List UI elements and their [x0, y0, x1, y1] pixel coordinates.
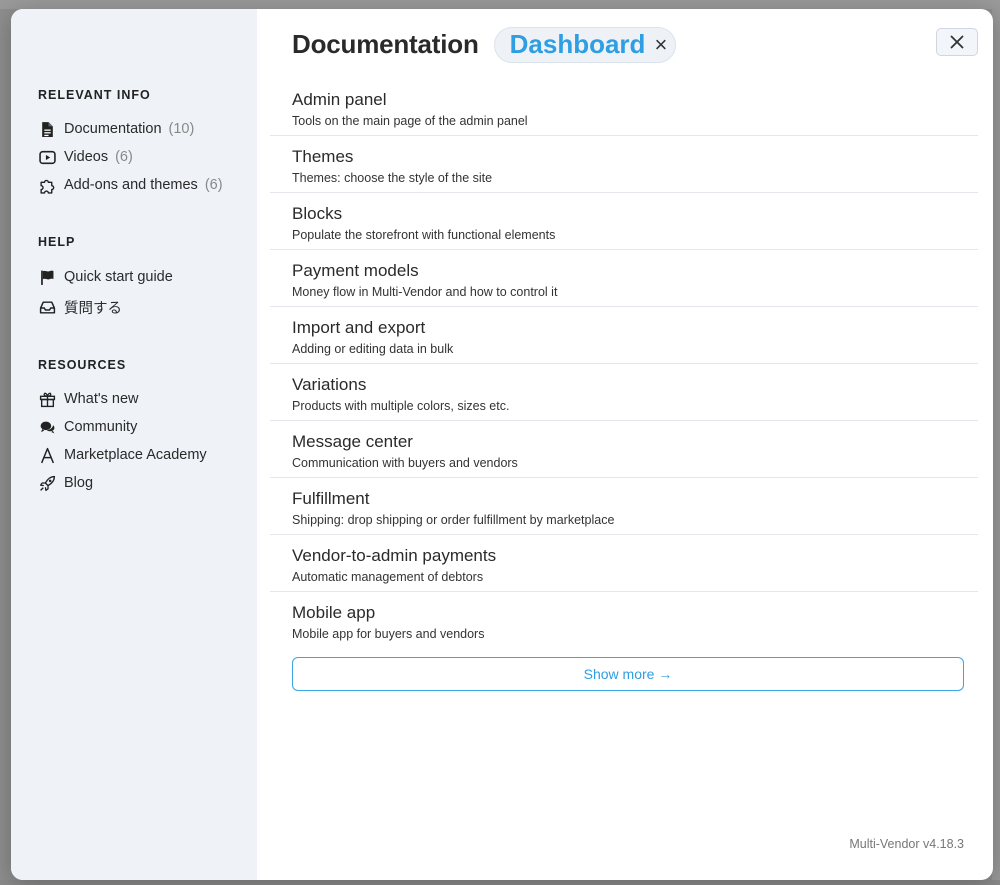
doc-title: Import and export: [292, 318, 426, 337]
chat-icon: [38, 418, 56, 436]
background-page-top: [0, 0, 1000, 9]
sidebar-item-academy[interactable]: Marketplace Academy: [38, 441, 257, 469]
header: Documentation Dashboard ×: [270, 9, 993, 79]
doc-title: Message center: [292, 432, 413, 451]
doc-title: Payment models: [292, 261, 419, 280]
section-heading-resources: RESOURCES: [38, 358, 127, 372]
rocket-icon: [38, 474, 56, 492]
sidebar: RELEVANT INFO Documentation (10) Videos …: [11, 9, 257, 880]
sidebar-item-quick-start[interactable]: Quick start guide: [38, 262, 257, 292]
sidebar-item-label: Add-ons and themes: [64, 177, 198, 193]
doc-description: Populate the storefront with functional …: [292, 228, 556, 242]
main-panel: Documentation Dashboard × Admin panel To…: [257, 9, 993, 880]
page-title: Documentation: [292, 28, 479, 59]
sidebar-item-label: Videos: [64, 149, 109, 165]
sidebar-item-blog[interactable]: Blog: [38, 469, 257, 497]
sidebar-item-count: (6): [204, 177, 223, 193]
sidebar-item-label: What's new: [64, 391, 139, 407]
puzzle-icon: [38, 176, 56, 194]
doc-description: Communication with buyers and vendors: [292, 456, 518, 470]
doc-title: Fulfillment: [292, 489, 370, 508]
sidebar-item-label: Marketplace Academy: [64, 447, 207, 463]
list-item[interactable]: Admin panel Tools on the main page of th…: [270, 79, 978, 136]
version-label: Multi-Vendor v4.18.3: [849, 837, 964, 851]
doc-title: Blocks: [292, 204, 343, 223]
sidebar-item-whats-new[interactable]: What's new: [38, 385, 257, 413]
sidebar-item-label: Community: [64, 419, 138, 435]
list-item[interactable]: Import and export Adding or editing data…: [270, 307, 978, 364]
section-heading-help: HELP: [38, 235, 76, 249]
sidebar-item-ask-question[interactable]: 質問する: [38, 292, 257, 322]
academy-icon: [38, 446, 56, 464]
doc-description: Mobile app for buyers and vendors: [292, 627, 485, 641]
section-heading-relevant-info: RELEVANT INFO: [38, 88, 151, 102]
sidebar-item-label: 質問する: [64, 300, 122, 317]
sidebar-item-videos[interactable]: Videos (6): [38, 143, 257, 171]
doc-description: Money flow in Multi-Vendor and how to co…: [292, 285, 558, 299]
list-item[interactable]: Mobile app Mobile app for buyers and ven…: [270, 592, 978, 649]
inbox-icon: [38, 298, 56, 316]
sidebar-item-community[interactable]: Community: [38, 413, 257, 441]
list-item[interactable]: Fulfillment Shipping: drop shipping or o…: [270, 478, 978, 535]
list-item[interactable]: Variations Products with multiple colors…: [270, 364, 978, 421]
gift-icon: [38, 390, 56, 408]
close-button[interactable]: [936, 28, 978, 56]
background-page-bottom: [0, 880, 1000, 885]
doc-title: Variations: [292, 375, 367, 394]
doc-title: Mobile app: [292, 603, 376, 622]
sidebar-item-addons[interactable]: Add-ons and themes (6): [38, 171, 257, 199]
doc-title: Themes: [292, 147, 354, 166]
sidebar-item-label: Blog: [64, 475, 94, 491]
video-icon: [38, 148, 56, 166]
sidebar-item-documentation[interactable]: Documentation (10): [38, 115, 257, 143]
help-list: Quick start guide 質問する: [38, 262, 257, 322]
background-page-edge: [992, 9, 1000, 885]
filter-tag: Dashboard ×: [493, 26, 677, 63]
document-icon: [38, 120, 56, 138]
resources-list: What's new Community Marketplace Academy…: [38, 385, 257, 497]
documentation-list: Admin panel Tools on the main page of th…: [270, 79, 978, 649]
doc-description: Shipping: drop shipping or order fulfill…: [292, 513, 615, 527]
sidebar-item-count: (10): [168, 121, 195, 137]
tag-close-icon[interactable]: ×: [654, 33, 667, 56]
relevant-info-list: Documentation (10) Videos (6) Add-ons an…: [38, 115, 257, 199]
list-item[interactable]: Themes Themes: choose the style of the s…: [270, 136, 978, 193]
list-item[interactable]: Payment models Money flow in Multi-Vendo…: [270, 250, 978, 307]
sidebar-item-label: Documentation: [64, 121, 162, 137]
filter-tag-label: Dashboard: [509, 29, 646, 59]
doc-description: Tools on the main page of the admin pane…: [292, 114, 528, 128]
documentation-modal: RELEVANT INFO Documentation (10) Videos …: [11, 9, 993, 880]
list-item[interactable]: Vendor-to-admin payments Automatic manag…: [270, 535, 978, 592]
doc-description: Adding or editing data in bulk: [292, 342, 454, 356]
list-item[interactable]: Message center Communication with buyers…: [270, 421, 978, 478]
doc-description: Themes: choose the style of the site: [292, 171, 493, 185]
flag-icon: [38, 268, 56, 286]
doc-title: Vendor-to-admin payments: [292, 546, 497, 565]
doc-description: Products with multiple colors, sizes etc…: [292, 399, 510, 413]
show-more-button[interactable]: Show more →: [292, 657, 964, 691]
list-item[interactable]: Blocks Populate the storefront with func…: [270, 193, 978, 250]
sidebar-item-label: Quick start guide: [64, 269, 173, 285]
close-icon: [950, 35, 964, 49]
doc-description: Automatic management of debtors: [292, 570, 484, 584]
sidebar-item-count: (6): [115, 149, 133, 165]
doc-title: Admin panel: [292, 90, 387, 109]
